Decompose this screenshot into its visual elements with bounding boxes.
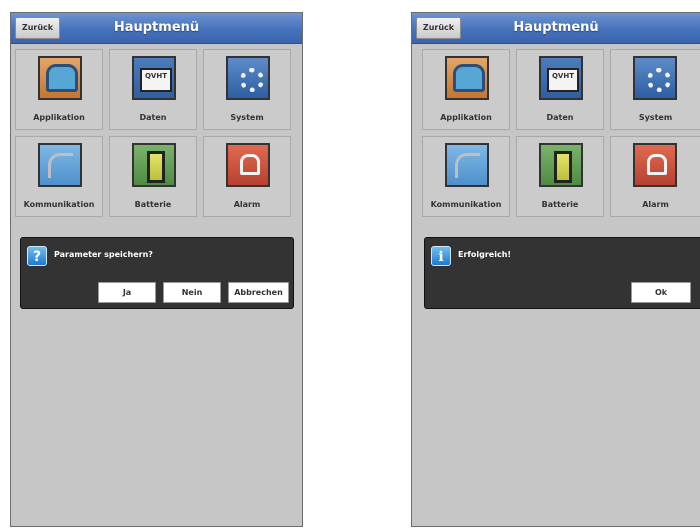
applikation-icon — [445, 56, 489, 100]
tile-kommunikation[interactable]: Kommunikation — [15, 136, 103, 217]
abbrechen-button[interactable]: Abbrechen — [228, 282, 289, 303]
tile-applikation[interactable]: Applikation — [15, 49, 103, 130]
tile-label: System — [638, 113, 673, 122]
dialog-message: Parameter speichern? — [54, 250, 153, 259]
back-button[interactable]: Zurück — [15, 17, 60, 39]
tile-daten[interactable]: Daten — [109, 49, 197, 130]
tile-applikation[interactable]: Applikation — [422, 49, 510, 130]
confirm-dialog: ? Parameter speichern? Ja Nein Abbrechen — [20, 237, 294, 309]
alarm-icon — [226, 143, 270, 187]
kommunikation-icon — [445, 143, 489, 187]
right-screen: Zurück Hauptmenü Applikation Daten Syste… — [411, 12, 700, 527]
left-screen: Zurück Hauptmenü Applikation Daten Syste… — [10, 12, 303, 527]
tile-label: System — [230, 113, 264, 122]
tile-batterie[interactable]: Batterie — [516, 136, 604, 217]
tile-label: Kommunikation — [23, 200, 95, 209]
tile-label: Kommunikation — [430, 200, 502, 209]
applikation-icon — [38, 56, 82, 100]
info-icon: i — [431, 246, 451, 266]
daten-icon — [132, 56, 176, 100]
tile-label: Batterie — [134, 200, 172, 209]
daten-icon — [539, 56, 583, 100]
nein-button[interactable]: Nein — [163, 282, 221, 303]
page-title: Hauptmenü — [513, 20, 599, 35]
tile-kommunikation[interactable]: Kommunikation — [422, 136, 510, 217]
tile-system[interactable]: System — [203, 49, 291, 130]
tile-system[interactable]: System — [610, 49, 700, 130]
back-button[interactable]: Zurück — [416, 17, 461, 39]
alarm-icon — [633, 143, 677, 187]
tile-label: Alarm — [233, 200, 261, 209]
tile-label: Applikation — [440, 113, 492, 122]
batterie-icon — [539, 143, 583, 187]
question-icon: ? — [27, 246, 47, 266]
tile-batterie[interactable]: Batterie — [109, 136, 197, 217]
kommunikation-icon — [38, 143, 82, 187]
info-dialog: i Erfolgreich! Ok — [424, 237, 700, 309]
tile-daten[interactable]: Daten — [516, 49, 604, 130]
tile-label: Applikation — [33, 113, 85, 122]
system-icon — [226, 56, 270, 100]
system-icon — [633, 56, 677, 100]
tile-label: Daten — [546, 113, 574, 122]
tile-label: Batterie — [541, 200, 579, 209]
title-bar: Zurück Hauptmenü — [412, 13, 700, 44]
dialog-message: Erfolgreich! — [458, 250, 512, 259]
title-bar: Zurück Hauptmenü — [11, 13, 302, 44]
batterie-icon — [132, 143, 176, 187]
tile-label: Daten — [139, 113, 167, 122]
tile-label: Alarm — [642, 200, 669, 209]
page-title: Hauptmenü — [113, 20, 200, 35]
ok-button[interactable]: Ok — [631, 282, 691, 303]
tile-alarm[interactable]: Alarm — [610, 136, 700, 217]
ja-button[interactable]: Ja — [98, 282, 156, 303]
tile-alarm[interactable]: Alarm — [203, 136, 291, 217]
